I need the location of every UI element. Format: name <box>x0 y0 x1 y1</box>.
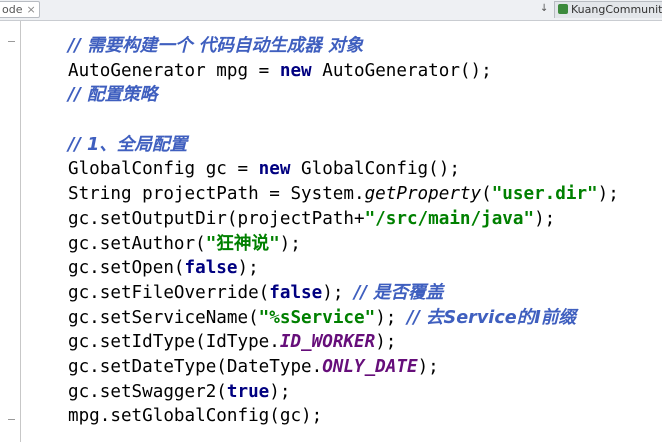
code-token: AutoGenerator(); <box>311 60 492 81</box>
code-line[interactable]: gc.setOutputDir(projectPath+"/src/main/j… <box>68 207 619 232</box>
code-token: "狂神说" <box>205 233 280 254</box>
code-line[interactable]: AutoGenerator mpg = new AutoGenerator(); <box>68 59 619 84</box>
editor-tab-bar: ode× ↓ KuangCommunityAppli <box>0 0 662 21</box>
code-token: ); <box>597 184 619 205</box>
editor-tab-previous[interactable]: ode × <box>0 1 40 18</box>
code-line[interactable]: mpg.setGlobalConfig(gc); <box>68 404 619 429</box>
code-token: // 1、全局配置 <box>68 134 188 155</box>
code-token: ID_WORKER <box>279 332 376 353</box>
code-token: GlobalConfig gc = <box>68 159 259 180</box>
code-token: ); <box>375 307 407 328</box>
code-token: true <box>226 381 270 402</box>
code-line[interactable]: gc.setFileOverride(false); // 是否覆盖 <box>68 281 619 306</box>
navigate-down-icon[interactable]: ↓ <box>540 3 548 14</box>
code-token: ); <box>279 233 301 254</box>
java-class-icon <box>558 4 568 14</box>
code-line[interactable]: gc.setIdType(IdType.ID_WORKER); <box>68 330 619 355</box>
code-token: GlobalConfig(); <box>290 159 460 180</box>
code-token: ( <box>481 184 492 205</box>
code-token: "%sService" <box>258 307 376 328</box>
editor-tab-kuangcommunity-label: KuangCommunityAppli <box>571 3 662 16</box>
code-line[interactable]: gc.setOpen(false); <box>68 256 619 281</box>
code-token: new <box>279 60 312 81</box>
code-line[interactable]: // 配置策略 <box>68 83 619 108</box>
code-token: "/src/main/java" <box>364 208 535 229</box>
code-token: // 是否覆盖 <box>354 282 444 303</box>
fold-marker-icon[interactable] <box>8 41 15 42</box>
code-token: ); <box>269 381 291 402</box>
code-line[interactable]: // 需要构建一个 代码自动生成器 对象 <box>68 34 619 59</box>
code-line[interactable]: gc.setDateType(DateType.ONLY_DATE); <box>68 355 619 380</box>
code-token: gc.setServiceName( <box>68 307 259 328</box>
code-token: "user.dir" <box>491 184 598 205</box>
code-token: mpg.setGlobalConfig(gc); <box>68 406 323 427</box>
code-token: false <box>269 282 323 303</box>
editor-tab-previous-label: ode <box>2 3 23 16</box>
code-token: ); <box>322 282 355 303</box>
code-token: gc.setOutputDir(projectPath+ <box>68 208 365 229</box>
code-token: gc.setOpen( <box>68 258 185 279</box>
code-token: gc.setSwagger2( <box>68 381 227 402</box>
code-token: // 需要构建一个 代码自动生成器 对象 <box>68 36 364 56</box>
code-token: ); <box>417 356 439 377</box>
code-token: AutoGenerator mpg = <box>68 60 280 81</box>
code-token: // 配置策略 <box>68 85 158 106</box>
code-token: getProperty <box>364 184 482 205</box>
fold-marker-icon[interactable] <box>8 419 15 420</box>
code-line[interactable] <box>68 108 619 133</box>
code-line[interactable]: String projectPath = System.getProperty(… <box>68 182 619 207</box>
code-token: gc.setIdType(IdType. <box>68 332 280 353</box>
code-line[interactable]: gc.setAuthor("狂神说"); <box>68 232 619 257</box>
code-line[interactable]: gc.setSwagger2(true); <box>68 380 619 405</box>
code-token: ); <box>534 208 556 229</box>
editor-gutter[interactable] <box>0 21 21 442</box>
code-token: ONLY_DATE <box>322 356 418 377</box>
code-editor[interactable]: // 需要构建一个 代码自动生成器 对象 AutoGenerator mpg = … <box>68 34 619 429</box>
code-token: ); <box>237 258 259 279</box>
code-token: false <box>184 258 238 279</box>
code-token: gc.setDateType(DateType. <box>68 356 323 377</box>
code-line[interactable]: // 1、全局配置 <box>68 133 619 158</box>
code-token: gc.setFileOverride( <box>68 282 270 303</box>
code-line[interactable]: gc.setServiceName("%sService"); // 去Serv… <box>68 306 619 331</box>
code-token: gc.setAuthor( <box>68 233 206 254</box>
code-token: // 去Service的I前缀 <box>406 307 577 328</box>
editor-tab-kuangcommunity[interactable]: KuangCommunityAppli <box>554 1 662 18</box>
close-icon[interactable]: × <box>26 3 35 16</box>
code-line[interactable]: GlobalConfig gc = new GlobalConfig(); <box>68 157 619 182</box>
code-token: ); <box>375 332 397 353</box>
code-token: String projectPath = System. <box>68 184 365 205</box>
code-token: new <box>258 159 291 180</box>
